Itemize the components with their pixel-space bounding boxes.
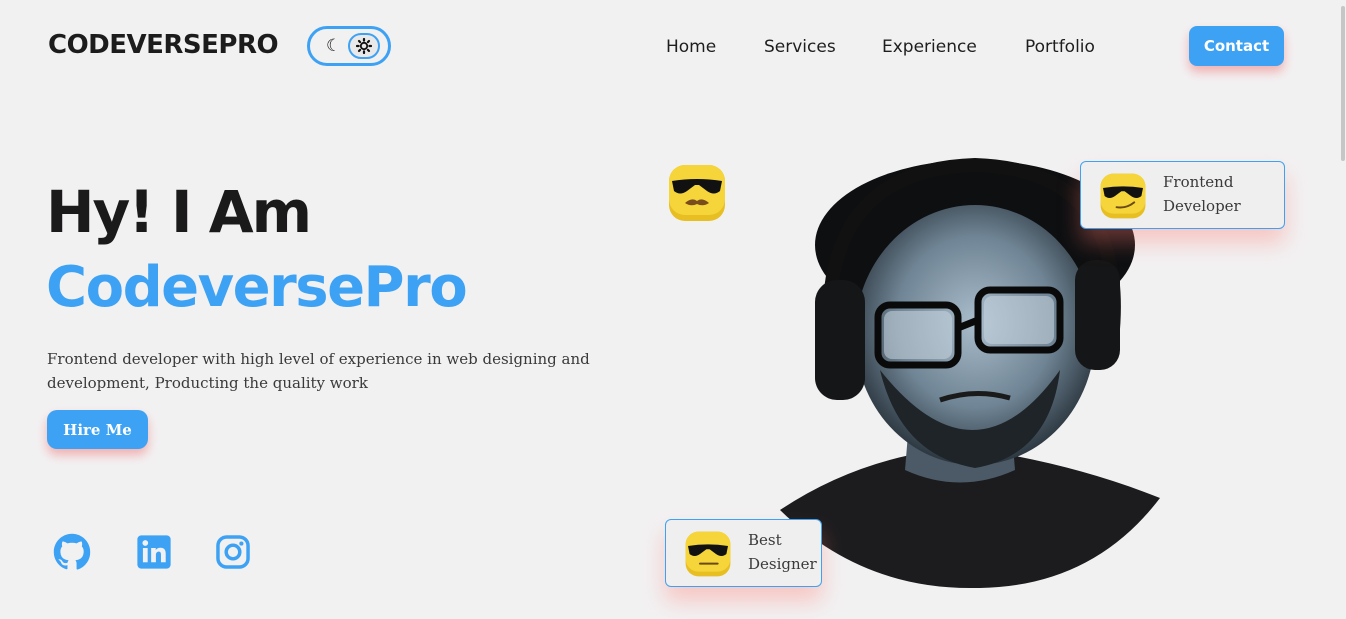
moon-icon: ☾ xyxy=(326,36,342,55)
hire-me-button[interactable]: Hire Me xyxy=(47,410,148,449)
instagram-icon[interactable] xyxy=(214,533,252,571)
hero-name: CodeversePro xyxy=(46,255,468,320)
cool-emoji-icon xyxy=(684,530,732,578)
page-scrollbar[interactable] xyxy=(1340,0,1346,619)
badge-designer-line1: Best xyxy=(748,531,782,549)
contact-button[interactable]: Contact xyxy=(1189,26,1284,66)
hero-description: Frontend developer with high level of ex… xyxy=(47,350,590,392)
theme-toggle[interactable]: ☾ xyxy=(307,26,391,66)
sun-icon xyxy=(348,33,380,59)
linkedin-icon[interactable] xyxy=(135,533,173,571)
badge-frontend-line2: Developer xyxy=(1163,197,1241,215)
badge-frontend-line1: Frontend xyxy=(1163,173,1234,191)
nav-home[interactable]: Home xyxy=(666,37,716,57)
best-designer-badge: Best Designer xyxy=(665,519,822,587)
frontend-developer-badge: Frontend Developer xyxy=(1080,161,1285,229)
hero-greeting: Hy! I Am xyxy=(46,178,312,246)
cool-emoji-icon xyxy=(1099,172,1147,220)
nav-services[interactable]: Services xyxy=(764,37,836,57)
nav-experience[interactable]: Experience xyxy=(882,37,977,57)
scrollbar-thumb[interactable] xyxy=(1341,6,1345,161)
nav-portfolio[interactable]: Portfolio xyxy=(1025,37,1095,57)
badge-designer-line2: Designer xyxy=(748,555,817,573)
sunglasses-mustache-emoji-icon xyxy=(667,163,727,223)
site-logo[interactable]: CODEVERSEPRO xyxy=(48,30,279,60)
github-icon[interactable] xyxy=(53,533,91,571)
